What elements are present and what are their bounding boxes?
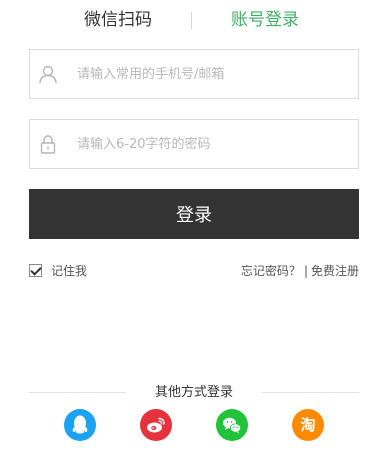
link-separator: | <box>303 264 308 278</box>
tab-divider <box>191 12 192 29</box>
qq-icon <box>72 415 88 434</box>
password-field <box>29 119 359 169</box>
tab-wechat-qr[interactable]: 微信扫码 <box>84 8 152 32</box>
remember-checkbox[interactable] <box>29 263 42 277</box>
user-icon <box>38 64 58 84</box>
username-field <box>29 49 359 99</box>
password-input[interactable] <box>77 120 355 168</box>
lock-icon <box>38 134 58 154</box>
tab-account-login[interactable]: 账号登录 <box>231 8 299 32</box>
weibo-login-button[interactable] <box>140 409 172 441</box>
divider-line-right <box>262 392 359 393</box>
qq-login-button[interactable] <box>64 409 96 441</box>
other-login-divider: 其他方式登录 <box>29 383 359 403</box>
username-input[interactable] <box>77 50 355 98</box>
taobao-icon: 淘 <box>300 416 316 434</box>
register-link[interactable]: 免费注册 <box>311 264 359 278</box>
remember-label: 记住我 <box>51 263 88 278</box>
login-button[interactable]: 登录 <box>29 189 359 239</box>
other-login-title: 其他方式登录 <box>154 385 233 400</box>
account-links: 忘记密码？ | 免费注册 <box>241 262 359 279</box>
taobao-login-button[interactable]: 淘 <box>292 409 324 441</box>
social-login-row: 淘 <box>0 409 389 441</box>
remember-me[interactable]: 记住我 <box>29 262 87 278</box>
forgot-password-link[interactable]: 忘记密码？ <box>241 264 301 278</box>
wechat-login-button[interactable] <box>216 409 248 441</box>
login-tabs: 微信扫码 账号登录 <box>0 0 389 40</box>
weibo-icon <box>147 417 165 433</box>
wechat-icon <box>223 417 242 434</box>
